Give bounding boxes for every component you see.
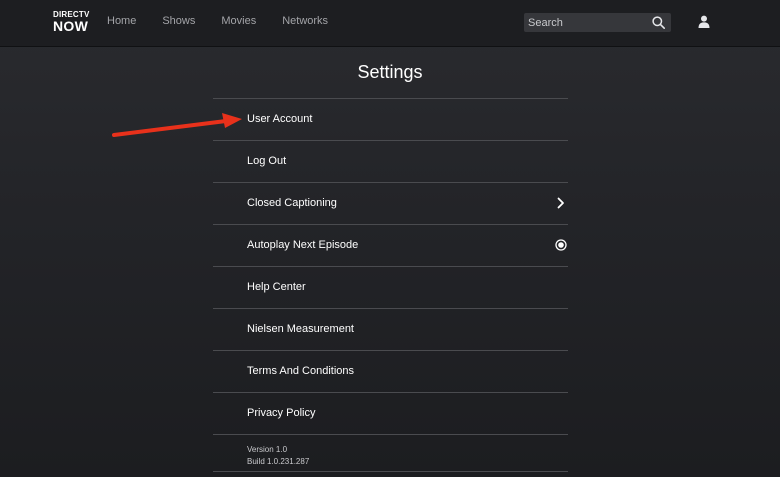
- settings-item-label: Nielsen Measurement: [247, 323, 354, 335]
- page-title: Settings: [357, 62, 423, 82]
- settings-item-label: Autoplay Next Episode: [247, 239, 359, 251]
- user-icon[interactable]: [698, 15, 710, 28]
- search-box: [524, 13, 671, 32]
- build-text: Build 1.0.231.287: [247, 457, 310, 466]
- version-info: Version 1.0 Build 1.0.231.287: [213, 435, 568, 472]
- version-text: Version 1.0: [247, 445, 288, 454]
- settings-item-label: User Account: [247, 113, 313, 125]
- settings-item-log-out[interactable]: Log Out: [213, 141, 568, 183]
- main-nav: Home Shows Movies Networks: [107, 15, 354, 27]
- settings-list: User Account Log Out Closed Captioning A…: [213, 98, 568, 472]
- search-input[interactable]: [524, 13, 644, 32]
- top-navigation-bar: DIRECTV NOW Home Shows Movies Networks: [0, 0, 780, 47]
- annotation-arrow-icon: [112, 113, 242, 137]
- logo-line-2: NOW: [53, 18, 89, 34]
- settings-item-label: Privacy Policy: [247, 407, 316, 419]
- search-icon[interactable]: [652, 16, 665, 29]
- directv-now-logo[interactable]: DIRECTV NOW: [53, 11, 89, 35]
- settings-item-privacy-policy[interactable]: Privacy Policy: [213, 393, 568, 435]
- nav-movies[interactable]: Movies: [221, 15, 256, 27]
- settings-item-label: Terms And Conditions: [247, 365, 354, 377]
- settings-item-terms-and-conditions[interactable]: Terms And Conditions: [213, 351, 568, 393]
- settings-item-closed-captioning[interactable]: Closed Captioning: [213, 183, 568, 225]
- settings-item-label: Closed Captioning: [247, 197, 337, 209]
- settings-item-autoplay-next-episode[interactable]: Autoplay Next Episode: [213, 225, 568, 267]
- settings-item-nielsen-measurement[interactable]: Nielsen Measurement: [213, 309, 568, 351]
- nav-networks[interactable]: Networks: [282, 15, 328, 27]
- settings-item-user-account[interactable]: User Account: [213, 99, 568, 141]
- settings-item-label: Help Center: [247, 281, 306, 293]
- settings-page: DIRECTV NOW Home Shows Movies Networks S…: [0, 0, 780, 477]
- radio-selected-icon[interactable]: [555, 239, 567, 251]
- settings-item-label: Log Out: [247, 155, 287, 167]
- nav-home[interactable]: Home: [107, 15, 136, 27]
- settings-item-help-center[interactable]: Help Center: [213, 267, 568, 309]
- chevron-right-icon: [557, 197, 564, 209]
- nav-shows[interactable]: Shows: [162, 15, 195, 27]
